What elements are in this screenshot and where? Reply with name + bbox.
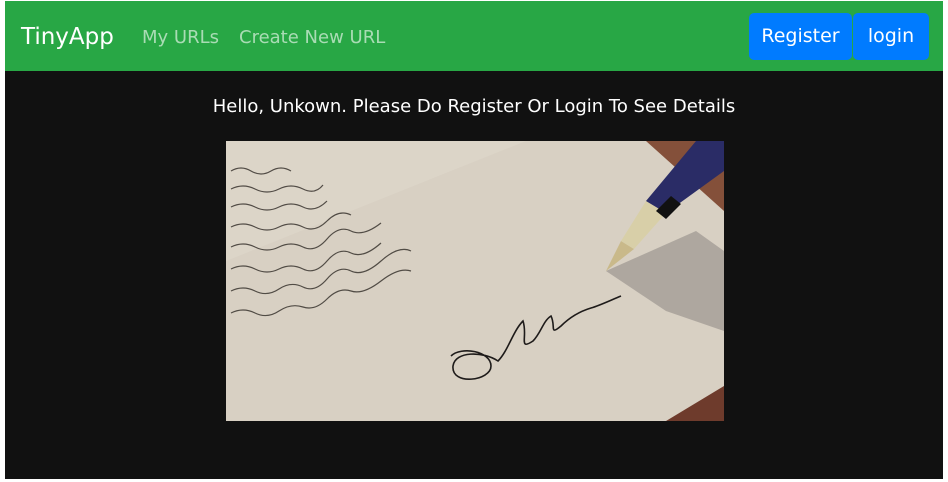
- app-window: TinyApp My URLs Create New URL Register …: [5, 1, 943, 479]
- register-button[interactable]: Register: [749, 13, 852, 60]
- login-button[interactable]: login: [853, 13, 929, 60]
- nav-link-create-new-url[interactable]: Create New URL: [239, 25, 385, 51]
- brand-logo-link[interactable]: TinyApp: [21, 21, 114, 53]
- hero-image-signature: [226, 141, 724, 421]
- nav-link-my-urls[interactable]: My URLs: [142, 25, 219, 51]
- navbar: TinyApp My URLs Create New URL Register …: [5, 1, 943, 71]
- greeting-text: Hello, Unkown. Please Do Register Or Log…: [212, 96, 736, 117]
